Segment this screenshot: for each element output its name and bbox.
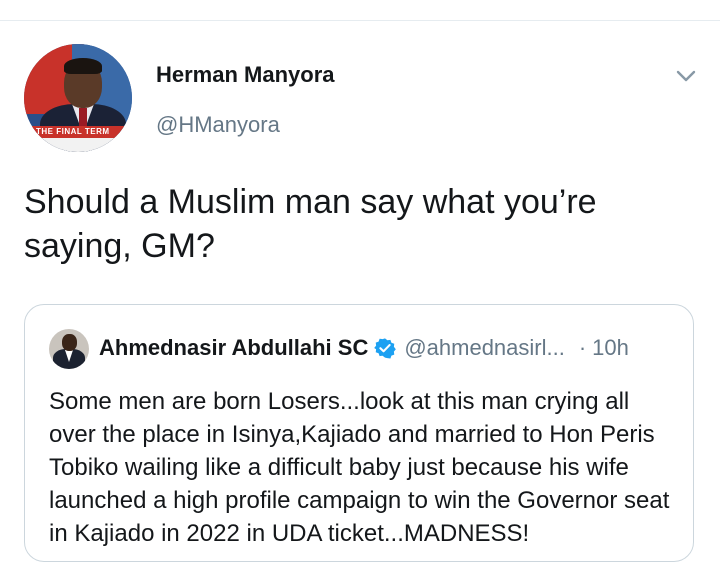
author-avatar[interactable]: THE FINAL TERM bbox=[24, 44, 132, 152]
author-name[interactable]: Herman Manyora bbox=[156, 62, 335, 88]
quoted-tweet-card[interactable]: Ahmednasir Abdullahi SC @ahmednasirl... … bbox=[24, 304, 694, 562]
quoted-tweet-time[interactable]: 10h bbox=[592, 335, 629, 361]
verified-badge-icon bbox=[374, 338, 397, 359]
separator-dot: · bbox=[578, 335, 587, 360]
chevron-down-icon[interactable] bbox=[672, 62, 700, 90]
top-divider bbox=[0, 20, 720, 21]
avatar-caption: THE FINAL TERM bbox=[36, 127, 110, 136]
tweet-text: Should a Muslim man say what you’re sayi… bbox=[24, 183, 597, 265]
quoted-author-avatar[interactable] bbox=[49, 329, 89, 369]
quoted-tweet-text: Some men are born Losers...look at this … bbox=[49, 388, 670, 547]
quoted-author-handle[interactable]: @ahmednasirl... bbox=[404, 335, 565, 361]
quoted-author-name[interactable]: Ahmednasir Abdullahi SC bbox=[99, 335, 368, 361]
author-handle[interactable]: @HManyora bbox=[156, 112, 280, 138]
quoted-tweet-header: Ahmednasir Abdullahi SC @ahmednasirl... … bbox=[99, 333, 629, 363]
